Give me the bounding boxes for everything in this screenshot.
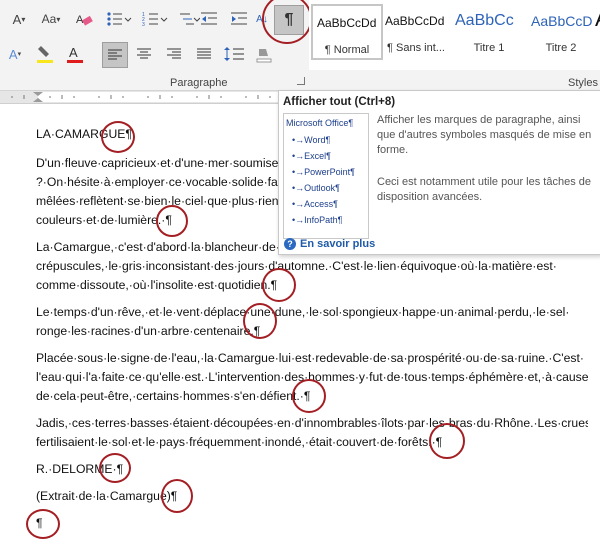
sort-icon: A↓ <box>256 13 268 25</box>
increase-indent-button[interactable] <box>226 8 252 30</box>
highlight-color-button[interactable] <box>32 42 58 66</box>
learn-more-link[interactable]: ? En savoir plus <box>284 238 375 250</box>
doc-line-17: (Extrait·de·la·Camargue)¶ <box>36 489 178 503</box>
text-effects-icon: A <box>8 46 18 62</box>
show-all-tooltip: Afficher tout (Ctrl+8) Microsoft Office¶… <box>278 90 600 255</box>
tooltip-title: Afficher tout (Ctrl+8) <box>283 96 396 108</box>
style-heading-1[interactable]: AaBbCc Titre 1 <box>451 4 527 56</box>
tooltip-description-2: Ceci est notamment utile pour les tâches… <box>377 176 592 203</box>
first-line-indent-marker <box>33 92 43 96</box>
eraser-icon: A <box>76 14 93 26</box>
styles-group-label: Styles <box>568 77 598 89</box>
numbering-button[interactable]: 123 <box>140 8 170 30</box>
doc-line-11: Placée·sous·le·signe·de·l'eau,·la·Camarg… <box>36 351 584 365</box>
line-spacing-icon <box>224 47 244 61</box>
highlighter-icon <box>37 46 53 63</box>
line-spacing-button[interactable] <box>222 42 248 66</box>
doc-line-15: fertilisaient·le·sol·et·le·pays·fréquemm… <box>36 435 443 449</box>
sort-button[interactable]: A↓ <box>252 8 272 30</box>
ribbon: A ▾ Aa ▾ A 123 A↓ ¶ A ▾ A Paragraphe AaB… <box>0 0 600 91</box>
styles-gallery: AaBbCcDd ¶ Normal AaBbCcDd ¶ Sans int...… <box>309 0 600 70</box>
help-icon: ? <box>284 238 296 250</box>
style-heading-2[interactable]: AaBbCcD Titre 2 <box>527 4 595 56</box>
doc-line-13: de·cela·peut-être,·certains·hommes·s'en·… <box>36 389 311 403</box>
clear-formatting-button[interactable]: A <box>72 8 96 30</box>
font-size-icon: A <box>12 11 22 27</box>
numbered-list-icon: 123 <box>142 12 168 28</box>
paint-bucket-icon <box>256 49 272 63</box>
paragraph-dialog-launcher[interactable] <box>297 77 305 85</box>
align-right-icon <box>167 48 181 59</box>
doc-line-7: crépuscules,·le·gris·inconsistant·des·jo… <box>36 259 557 273</box>
font-color-button[interactable]: A <box>62 42 88 66</box>
decrease-indent-icon <box>201 12 217 25</box>
show-all-button[interactable]: ¶ <box>274 5 304 35</box>
bullet-list-icon <box>107 12 132 26</box>
pilcrow-icon: ¶ <box>284 11 294 28</box>
doc-line-14: Jadis,·ces·terres·basses·étaient·découpé… <box>36 416 588 430</box>
ruler-ticks <box>11 92 271 102</box>
justify-button[interactable] <box>192 42 216 66</box>
increase-indent-icon <box>231 12 247 25</box>
align-left-icon <box>108 49 122 60</box>
style-title-partial[interactable]: A <box>595 4 600 56</box>
learn-more-label: En savoir plus <box>300 238 376 250</box>
paragraph-group-label: Paragraphe <box>170 77 228 89</box>
change-case-icon: Aa <box>41 12 57 26</box>
align-center-icon <box>137 48 151 59</box>
highlight-swatch <box>37 60 53 63</box>
doc-line-10: ronge·les·racines·d'un·arbre·centenaire.… <box>36 324 261 338</box>
align-left-button[interactable] <box>102 42 128 68</box>
font-color-icon: A <box>67 45 83 63</box>
doc-line-16: R.·DELORME·¶ <box>36 462 124 476</box>
tooltip-description-1: Afficher les marques de paragraphe, ains… <box>377 114 592 156</box>
horizontal-ruler[interactable] <box>0 91 280 104</box>
text-effects-button[interactable]: A ▾ <box>4 42 26 66</box>
doc-line-12: l'eau·qui·l'a·faite·ce·qu'elle·est.·L'in… <box>36 370 588 384</box>
doc-line-9: Le·temps·d'un·rêve,·et·le·vent·déplace·u… <box>36 305 570 319</box>
svg-text:A: A <box>69 45 78 60</box>
doc-line-8: comme·dissoute,·où·l'insolite·est·quotid… <box>36 278 278 292</box>
svg-text:3: 3 <box>142 22 145 28</box>
align-center-button[interactable] <box>132 42 156 66</box>
style-normal[interactable]: AaBbCcDd ¶ Normal <box>311 4 383 60</box>
bullets-button[interactable] <box>104 8 134 30</box>
hanging-indent-marker <box>33 98 43 102</box>
doc-line-18: ¶ <box>36 516 43 530</box>
shading-button[interactable] <box>252 42 276 66</box>
align-right-button[interactable] <box>162 42 186 66</box>
change-case-button[interactable]: Aa ▾ <box>38 8 64 30</box>
tooltip-preview: Microsoft Office¶ •→Word¶ •→Excel¶ •→Pow… <box>283 113 369 239</box>
justify-icon <box>197 48 211 59</box>
grow-font-button[interactable]: A ▾ <box>6 8 32 30</box>
decrease-indent-button[interactable] <box>196 8 222 30</box>
style-no-spacing[interactable]: AaBbCcDd ¶ Sans int... <box>381 4 451 56</box>
